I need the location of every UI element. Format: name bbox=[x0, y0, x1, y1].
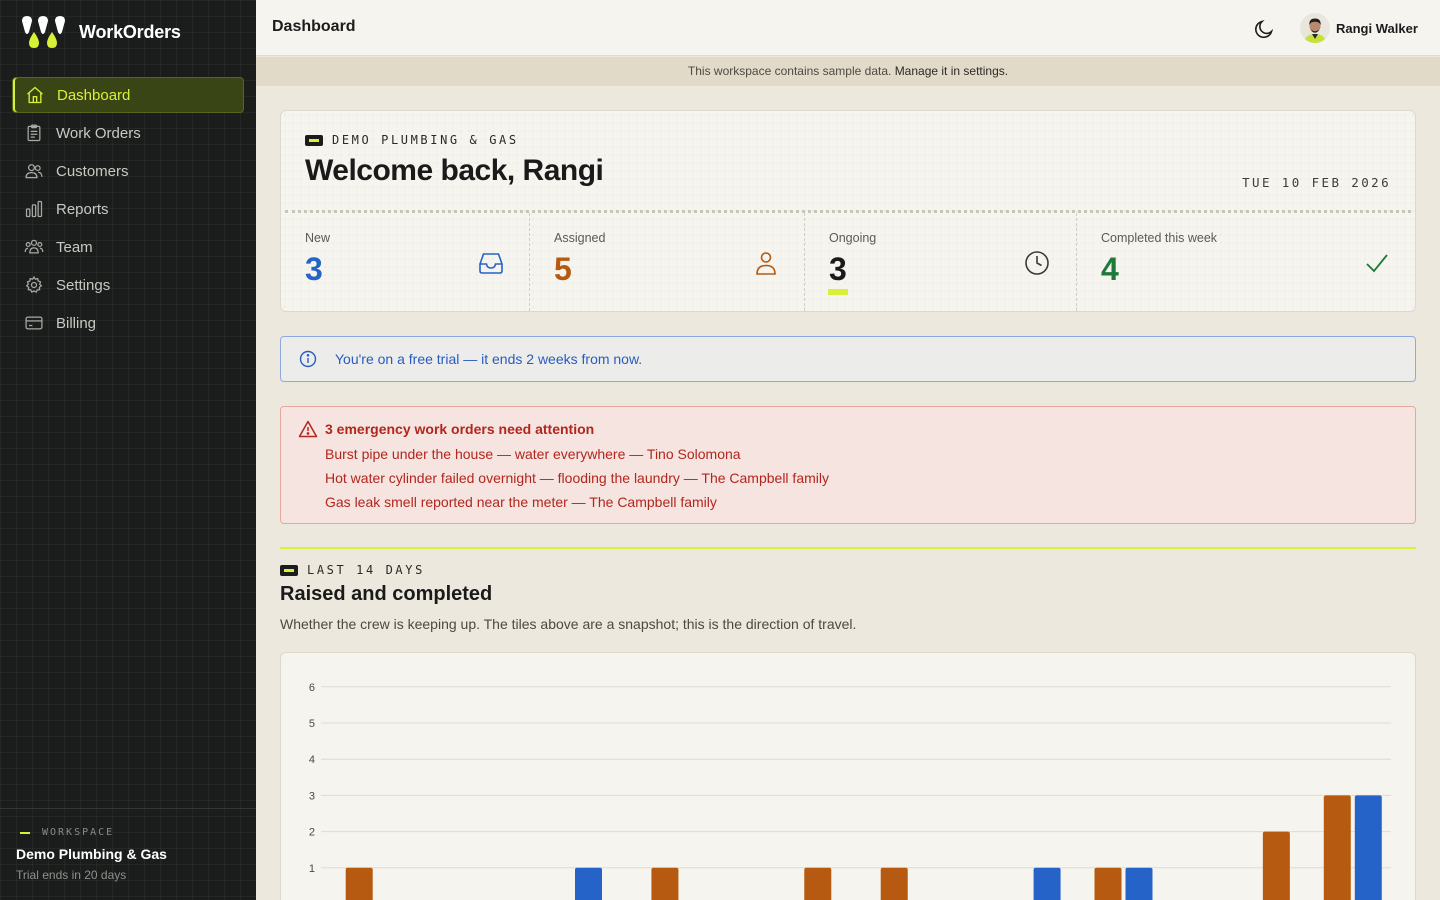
sidebar-item-customers[interactable]: Customers bbox=[12, 153, 244, 189]
users-icon bbox=[24, 161, 44, 181]
chart-y-tick-label: 1 bbox=[309, 863, 315, 875]
sidebar-item-billing[interactable]: Billing bbox=[12, 305, 244, 341]
avatar bbox=[1300, 13, 1330, 43]
sidebar-item-settings[interactable]: Settings bbox=[12, 267, 244, 303]
org-kicker: DEMO PLUMBING & GAS bbox=[305, 133, 519, 147]
emergency-item[interactable]: Hot water cylinder failed overnight — fl… bbox=[325, 469, 829, 493]
workspace-dash-icon bbox=[20, 831, 30, 834]
brand[interactable]: WorkOrders bbox=[20, 15, 181, 49]
chart-bar bbox=[345, 867, 373, 900]
emergency-list: Burst pipe under the house — water every… bbox=[325, 445, 829, 517]
section-title: Raised and completed bbox=[280, 583, 493, 605]
stat-tile-new[interactable]: New 3 bbox=[281, 213, 529, 311]
page-title: Dashboard bbox=[272, 18, 356, 35]
credit-card-icon bbox=[24, 313, 44, 333]
stat-value: 3 bbox=[829, 251, 847, 287]
chart-bar bbox=[1094, 867, 1122, 900]
trial-banner: You're on a free trial — it ends 2 weeks… bbox=[280, 336, 1416, 382]
chart-svg: 1 2 3 4 5 6 bbox=[309, 682, 1391, 900]
emergency-item[interactable]: Burst pipe under the house — water every… bbox=[325, 445, 829, 469]
sample-data-banner: This workspace contains sample data. Man… bbox=[256, 57, 1440, 86]
stat-label: Ongoing bbox=[829, 231, 877, 245]
clock-icon bbox=[1025, 251, 1049, 275]
stat-value: 3 bbox=[305, 251, 323, 287]
chart-y-tick-label: 4 bbox=[309, 754, 315, 766]
sidebar-item-label: Work Orders bbox=[56, 124, 141, 142]
chart-bar bbox=[575, 867, 602, 900]
chart-bar bbox=[1033, 867, 1061, 900]
workspace-name: Demo Plumbing & Gas bbox=[16, 846, 167, 862]
sidebar-item-label: Dashboard bbox=[57, 86, 131, 104]
emergency-item[interactable]: Gas leak smell reported near the meter —… bbox=[325, 493, 829, 517]
topbar: Dashboard Rangi Walker bbox=[256, 0, 1440, 56]
sidebar-item-team[interactable]: Team bbox=[12, 229, 244, 265]
sidebar-item-dashboard[interactable]: Dashboard bbox=[12, 77, 244, 113]
section-accent-line bbox=[280, 547, 1416, 549]
moon-icon bbox=[1255, 20, 1274, 39]
stat-value: 4 bbox=[1101, 251, 1119, 287]
chart-bar bbox=[804, 867, 832, 900]
warning-icon bbox=[298, 420, 318, 438]
sidebar-item-label: Billing bbox=[56, 314, 97, 332]
user-icon bbox=[756, 252, 776, 275]
sidebar-item-label: Customers bbox=[56, 162, 129, 180]
emergency-title: 3 emergency work orders need attention bbox=[325, 421, 595, 437]
info-icon bbox=[299, 350, 317, 368]
trial-text: You're on a free trial — it ends 2 weeks… bbox=[335, 351, 643, 367]
inbox-icon bbox=[479, 253, 503, 274]
raised-completed-chart: 1 2 3 4 5 6 bbox=[280, 652, 1416, 900]
chart-y-tick-label: 3 bbox=[309, 790, 315, 802]
sidebar-item-label: Reports bbox=[56, 200, 109, 218]
emergency-alert: 3 emergency work orders need attention B… bbox=[280, 406, 1416, 524]
chart-bar bbox=[1262, 831, 1290, 900]
stat-label: Completed this week bbox=[1101, 231, 1218, 245]
workspace-trial: Trial ends in 20 days bbox=[16, 868, 127, 882]
chart-bar bbox=[1323, 795, 1351, 900]
sidebar-item-work-orders[interactable]: Work Orders bbox=[12, 115, 244, 151]
chart-y-tick-label: 6 bbox=[309, 682, 315, 694]
stat-value: 5 bbox=[554, 251, 572, 287]
section-kicker: LAST 14 DAYS bbox=[280, 563, 425, 577]
workspace-label: WORKSPACE bbox=[16, 827, 240, 838]
brand-logo-icon bbox=[22, 16, 65, 48]
sidebar-item-label: Settings bbox=[56, 276, 111, 294]
workspace-panel[interactable]: WORKSPACE Demo Plumbing & Gas Trial ends… bbox=[0, 808, 256, 900]
chart-bar bbox=[1354, 795, 1382, 900]
stat-tile-assigned[interactable]: Assigned 5 bbox=[530, 213, 804, 311]
sidebar: WorkOrders Dashboard Work Orders Custome… bbox=[0, 0, 256, 900]
sample-data-text: This workspace contains sample data. bbox=[687, 64, 892, 78]
chart-y-tick-label: 5 bbox=[309, 718, 315, 730]
check-icon bbox=[1366, 254, 1388, 273]
section-description: Whether the crew is keeping up. The tile… bbox=[280, 616, 857, 632]
user-menu[interactable]: Rangi Walker bbox=[1300, 13, 1418, 43]
bar-chart-icon bbox=[24, 199, 44, 219]
sidebar-item-reports[interactable]: Reports bbox=[12, 191, 244, 227]
chart-bar bbox=[1125, 867, 1153, 900]
sidebar-item-label: Team bbox=[56, 238, 93, 256]
stat-label: Assigned bbox=[554, 231, 606, 245]
ongoing-highlight bbox=[828, 289, 848, 295]
stat-tile-completed[interactable]: Completed this week 4 bbox=[1077, 213, 1415, 311]
clipboard-icon bbox=[24, 123, 44, 143]
gear-icon bbox=[24, 275, 44, 295]
welcome-card: DEMO PLUMBING & GAS Welcome back, Rangi … bbox=[280, 110, 1416, 312]
chart-y-tick-label: 2 bbox=[309, 827, 315, 839]
stat-label: New bbox=[305, 231, 331, 245]
manage-settings-link[interactable]: Manage it in settings. bbox=[895, 64, 1008, 78]
home-icon bbox=[25, 85, 45, 105]
chart-bar bbox=[651, 867, 679, 900]
brand-name: WorkOrders bbox=[79, 21, 181, 42]
chart-bar bbox=[880, 867, 908, 900]
user-name: Rangi Walker bbox=[1336, 20, 1418, 36]
stat-tile-ongoing[interactable]: Ongoing 3 bbox=[805, 213, 1076, 311]
team-icon bbox=[24, 237, 44, 257]
welcome-title: Welcome back, Rangi bbox=[305, 154, 604, 187]
section-mark-icon bbox=[280, 564, 298, 576]
current-date: TUE 10 FEB 2026 bbox=[1242, 175, 1391, 190]
theme-toggle-button[interactable] bbox=[1252, 17, 1276, 41]
sidebar-nav: Dashboard Work Orders Customers Reports … bbox=[12, 77, 244, 343]
org-mark-icon bbox=[305, 134, 323, 146]
